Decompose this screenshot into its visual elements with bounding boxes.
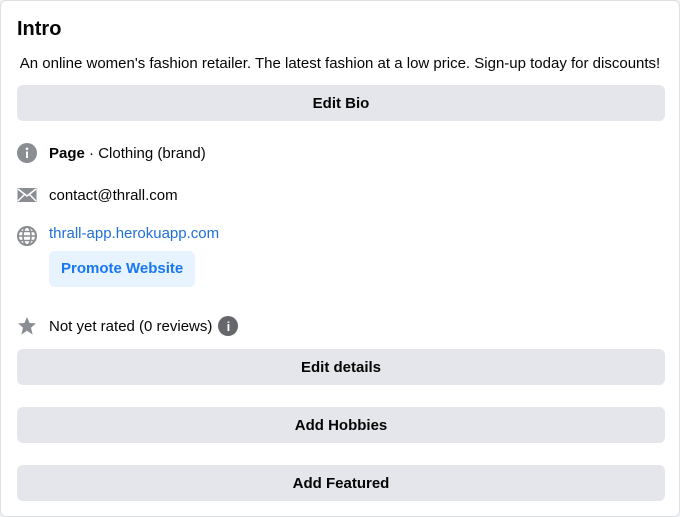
rating-text: Not yet rated (0 reviews) [49,317,213,335]
promote-website-button[interactable]: Promote Website [49,251,196,287]
globe-icon [17,226,37,246]
rating-info-icon[interactable]: i [218,316,239,336]
edit-details-button[interactable]: Edit details [17,349,665,385]
add-hobbies-button[interactable]: Add Hobbies [17,407,665,443]
intro-card: Intro An online women's fashion retailer… [0,0,680,517]
page-category: · Clothing (brand) [84,144,206,162]
bio-text: An online women's fashion retailer. The … [19,55,661,72]
email-row: contact@thrall.com [17,183,178,207]
info-icon [17,143,37,163]
website-row: thrall-app.herokuapp.com [17,221,219,246]
website-link[interactable]: thrall-app.herokuapp.com [49,225,219,242]
envelope-icon [17,185,37,205]
rating-row: Not yet rated (0 reviews) i [17,314,239,338]
add-featured-button[interactable]: Add Featured [17,465,665,501]
page-category-row: Page · Clothing (brand) [17,141,206,165]
star-icon [17,316,37,336]
intro-title: Intro [17,18,62,40]
edit-bio-button[interactable]: Edit Bio [17,85,665,121]
page-label: Page [49,144,85,162]
email-text: contact@thrall.com [49,186,178,204]
